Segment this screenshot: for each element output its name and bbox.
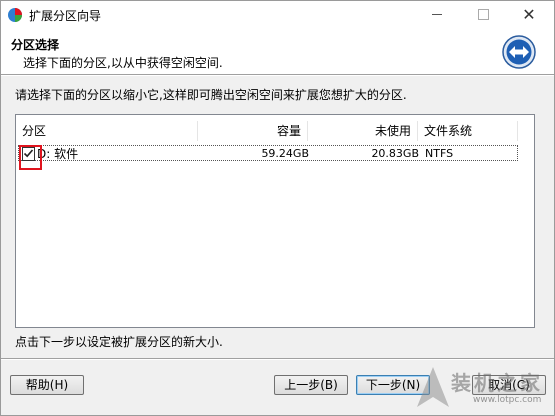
wizard-window: 扩展分区向导 ✕ 分区选择 选择下面的分区,以从中获得空闲空间. 请选择下面的分… <box>0 0 555 416</box>
cell-unused: 20.83GB <box>371 147 419 160</box>
page-title: 分区选择 <box>11 38 60 52</box>
maximize-icon <box>477 8 489 20</box>
window-title: 扩展分区向导 <box>29 9 102 23</box>
close-icon: ✕ <box>522 5 536 24</box>
cell-filesystem: NTFS <box>425 147 454 160</box>
column-header-unused[interactable]: 未使用 <box>308 121 418 141</box>
cell-partition: D: 软件 <box>37 147 79 161</box>
watermark-text: 装机之家 <box>451 371 543 395</box>
wizard-header: 分区选择 选择下面的分区,以从中获得空闲空间. <box>1 29 554 74</box>
maximize-button[interactable] <box>460 1 506 29</box>
title-bar: 扩展分区向导 ✕ <box>1 1 554 29</box>
column-header-capacity[interactable]: 容量 <box>198 121 308 141</box>
watermark-logo-icon <box>417 367 449 407</box>
minimize-button[interactable] <box>414 1 460 29</box>
table-row[interactable]: D: 软件 59.24GB 20.83GB NTFS <box>18 145 518 161</box>
back-button[interactable]: 上一步(B) <box>274 375 348 395</box>
watermark-url: www.lotpc.com <box>473 395 542 405</box>
watermark: 装机之家 www.lotpc.com <box>413 361 553 415</box>
column-header-filesystem[interactable]: 文件系统 <box>418 121 518 141</box>
footer-separator-highlight <box>1 359 554 360</box>
page-subtitle: 选择下面的分区,以从中获得空闲空间. <box>23 56 223 70</box>
cell-capacity: 59.24GB <box>261 147 309 160</box>
extend-arrows-icon <box>502 35 536 69</box>
checkbox-highlight-annotation <box>19 145 42 170</box>
partition-list[interactable]: 分区 容量 未使用 文件系统 D: 软件 59.24GB 20.83GB NTF… <box>15 114 535 328</box>
instruction-text: 请选择下面的分区以缩小它,这样即可腾出空闲空间来扩展您想扩大的分区. <box>15 88 407 102</box>
close-button[interactable]: ✕ <box>506 1 552 29</box>
footer-note: 点击下一步以设定被扩展分区的新大小. <box>15 335 223 349</box>
app-icon <box>8 8 22 22</box>
list-header: 分区 容量 未使用 文件系统 <box>16 121 534 141</box>
help-button[interactable]: 帮助(H) <box>10 375 84 395</box>
header-separator-highlight <box>1 75 554 76</box>
minimize-icon <box>432 13 442 15</box>
column-header-partition[interactable]: 分区 <box>16 121 198 141</box>
